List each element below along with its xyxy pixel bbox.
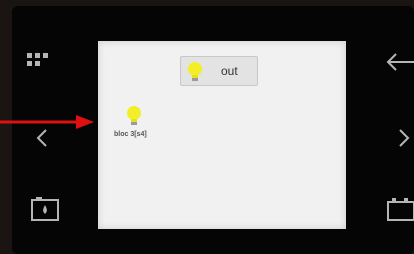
out-button[interactable]: out [180, 56, 258, 86]
red-arrow-pointer [0, 115, 94, 129]
out-label: out [221, 64, 238, 78]
back-arrow-icon [386, 53, 414, 71]
display-screen: out bloc 3[s4] [98, 41, 346, 229]
back-button[interactable] [384, 50, 414, 74]
menu-button[interactable] [26, 52, 50, 76]
chevron-right-icon [399, 129, 410, 147]
lightbulb-icon [127, 106, 141, 125]
water-tank-button[interactable] [30, 196, 60, 222]
next-button[interactable] [396, 126, 412, 150]
grid-menu-icon [27, 53, 48, 66]
battery-icon [387, 198, 414, 221]
battery-button[interactable] [386, 196, 414, 222]
bloc-label: bloc 3[s4] [114, 131, 147, 138]
lightbulb-icon [188, 62, 202, 81]
water-tank-icon [31, 197, 59, 221]
